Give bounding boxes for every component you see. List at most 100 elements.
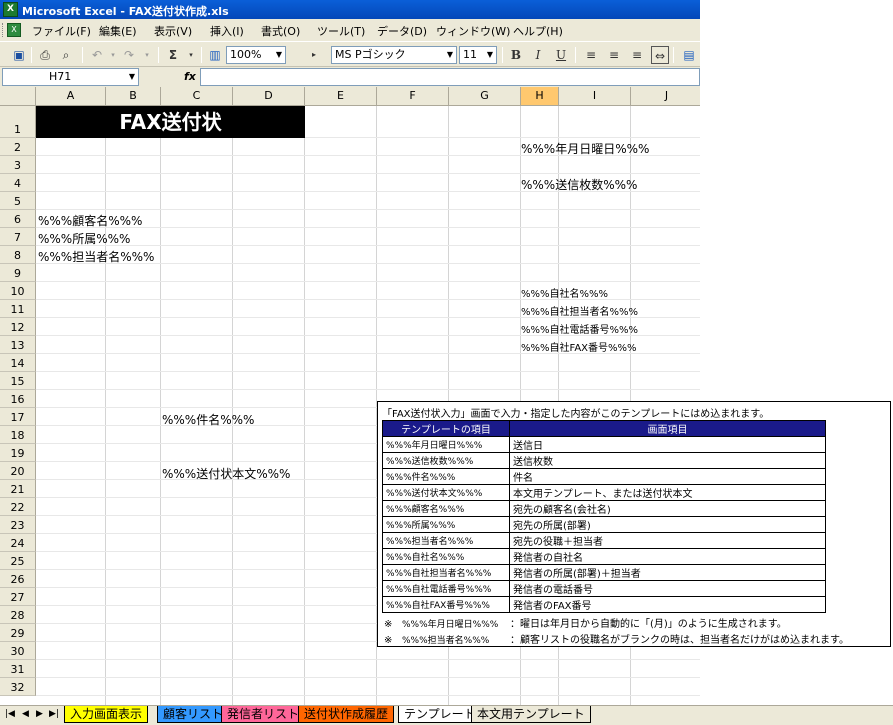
own-company-placeholder-cell[interactable]: %%%自社名%%%	[521, 285, 608, 300]
row-header-17[interactable]: 17	[0, 408, 36, 426]
formula-input[interactable]	[200, 68, 700, 86]
menu-file[interactable]: ファイル(F)	[32, 23, 91, 39]
row-header-10[interactable]: 10	[0, 282, 36, 300]
column-header-f[interactable]: F	[377, 87, 449, 106]
pages-placeholder-cell[interactable]: %%%送信枚数%%%	[521, 176, 637, 193]
print-icon[interactable]: ⎙	[36, 46, 54, 64]
chevron-down-icon[interactable]: ▼	[273, 47, 285, 63]
column-header-a[interactable]: A	[36, 87, 106, 106]
column-header-i[interactable]: I	[559, 87, 631, 106]
row-header-19[interactable]: 19	[0, 444, 36, 462]
menu-window[interactable]: ウィンドウ(W)	[436, 23, 510, 39]
autosum-icon[interactable]: Σ	[164, 46, 182, 64]
font-size-select[interactable]: 11 ▼	[459, 46, 497, 64]
row-header-29[interactable]: 29	[0, 624, 36, 642]
body-placeholder-cell[interactable]: %%%送付状本文%%%	[162, 465, 290, 482]
column-header-e[interactable]: E	[305, 87, 377, 106]
excel-icon[interactable]: X	[3, 2, 18, 17]
sheet-tab-2[interactable]: 顧客リスト	[157, 706, 230, 723]
row-header-3[interactable]: 3	[0, 156, 36, 174]
zoom-select[interactable]: 100% ▼	[226, 46, 286, 64]
own-person-placeholder-cell[interactable]: %%%自社担当者名%%%	[521, 303, 638, 318]
row-header-32[interactable]: 32	[0, 678, 36, 696]
align-center-icon[interactable]: ≡	[605, 46, 623, 64]
italic-button[interactable]: I	[529, 46, 547, 64]
row-header-22[interactable]: 22	[0, 498, 36, 516]
column-header-h[interactable]: H	[521, 87, 559, 106]
first-sheet-icon[interactable]: |◀	[5, 709, 15, 719]
own-tel-placeholder-cell[interactable]: %%%自社電話番号%%%	[521, 321, 638, 336]
menu-edit[interactable]: 編集(E)	[99, 23, 137, 39]
row-header-31[interactable]: 31	[0, 660, 36, 678]
column-header-b[interactable]: B	[106, 87, 161, 106]
date-placeholder-cell[interactable]: %%%年月日曜日%%%	[521, 140, 649, 157]
menu-format[interactable]: 書式(O)	[261, 23, 300, 39]
menu-data[interactable]: データ(D)	[377, 23, 427, 39]
bold-button[interactable]: B	[507, 46, 525, 64]
fax-title-cell[interactable]: FAX送付状	[36, 106, 305, 138]
row-header-26[interactable]: 26	[0, 570, 36, 588]
row-header-11[interactable]: 11	[0, 300, 36, 318]
select-all-corner[interactable]	[0, 87, 36, 106]
print-preview-icon[interactable]: ⌕	[57, 46, 75, 64]
template-info-textbox[interactable]: 「FAX送付状入力」画面で入力・指定した内容がこのテンプレートにはめ込まれます。…	[377, 401, 891, 647]
row-header-13[interactable]: 13	[0, 336, 36, 354]
chart-wizard-icon[interactable]: ▥	[206, 46, 224, 64]
row-header-4[interactable]: 4	[0, 174, 36, 192]
menu-help[interactable]: ヘルプ(H)	[513, 23, 563, 39]
align-left-icon[interactable]: ≡	[582, 46, 600, 64]
autosum-dropdown-icon[interactable]: ▾	[182, 46, 200, 64]
row-header-8[interactable]: 8	[0, 246, 36, 264]
menu-tools[interactable]: ツール(T)	[317, 23, 365, 39]
person-placeholder-cell[interactable]: %%%担当者名%%%	[38, 248, 154, 265]
row-header-12[interactable]: 12	[0, 318, 36, 336]
row-header-23[interactable]: 23	[0, 516, 36, 534]
redo-icon[interactable]: ↷	[120, 46, 138, 64]
chevron-down-icon[interactable]: ▼	[129, 69, 135, 85]
row-header-25[interactable]: 25	[0, 552, 36, 570]
column-header-j[interactable]: J	[631, 87, 700, 106]
column-header-g[interactable]: G	[449, 87, 521, 106]
row-header-5[interactable]: 5	[0, 192, 36, 210]
row-header-16[interactable]: 16	[0, 390, 36, 408]
workbook-icon[interactable]: X	[7, 23, 21, 37]
row-header-21[interactable]: 21	[0, 480, 36, 498]
function-icon[interactable]: fx	[184, 70, 196, 83]
row-header-24[interactable]: 24	[0, 534, 36, 552]
row-header-27[interactable]: 27	[0, 588, 36, 606]
row-header-18[interactable]: 18	[0, 426, 36, 444]
currency-icon[interactable]: ▤	[680, 46, 698, 64]
merge-center-icon[interactable]: ⇔	[651, 46, 669, 64]
customer-placeholder-cell[interactable]: %%%顧客名%%%	[38, 212, 142, 229]
row-header-20[interactable]: 20	[0, 462, 36, 480]
row-header-1[interactable]: 1	[0, 106, 36, 138]
row-header-2[interactable]: 2	[0, 138, 36, 156]
sheet-tab-4[interactable]: 送付状作成履歴	[298, 706, 395, 723]
dept-placeholder-cell[interactable]: %%%所属%%%	[38, 230, 130, 247]
column-header-d[interactable]: D	[233, 87, 305, 106]
save-icon[interactable]: ▣	[10, 46, 28, 64]
row-header-15[interactable]: 15	[0, 372, 36, 390]
last-sheet-icon[interactable]: ▶|	[49, 709, 59, 719]
row-header-7[interactable]: 7	[0, 228, 36, 246]
column-header-c[interactable]: C	[161, 87, 233, 106]
sheet-tab-5[interactable]: テンプレート	[398, 706, 482, 723]
underline-button[interactable]: U	[552, 46, 570, 64]
name-box[interactable]: H71 ▼	[2, 68, 139, 86]
row-header-6[interactable]: 6	[0, 210, 36, 228]
toolbar-grip[interactable]	[2, 23, 5, 37]
chevron-down-icon[interactable]: ▼	[484, 47, 496, 63]
sheet-tab-1[interactable]: 入力画面表示	[64, 706, 149, 723]
row-header-28[interactable]: 28	[0, 606, 36, 624]
sheet-tab-3[interactable]: 発信者リスト	[221, 706, 306, 723]
row-header-14[interactable]: 14	[0, 354, 36, 372]
sheet-tab-6[interactable]: 本文用テンプレート	[471, 706, 591, 723]
font-name-select[interactable]: MS Pゴシック ▼	[331, 46, 457, 64]
next-sheet-icon[interactable]: ▶	[36, 709, 43, 719]
menu-insert[interactable]: 挿入(I)	[210, 23, 244, 39]
subject-placeholder-cell[interactable]: %%%件名%%%	[162, 411, 254, 428]
row-header-9[interactable]: 9	[0, 264, 36, 282]
own-fax-placeholder-cell[interactable]: %%%自社FAX番号%%%	[521, 339, 637, 354]
toolbar-options-icon[interactable]: ▸	[308, 46, 320, 64]
align-right-icon[interactable]: ≡	[628, 46, 646, 64]
